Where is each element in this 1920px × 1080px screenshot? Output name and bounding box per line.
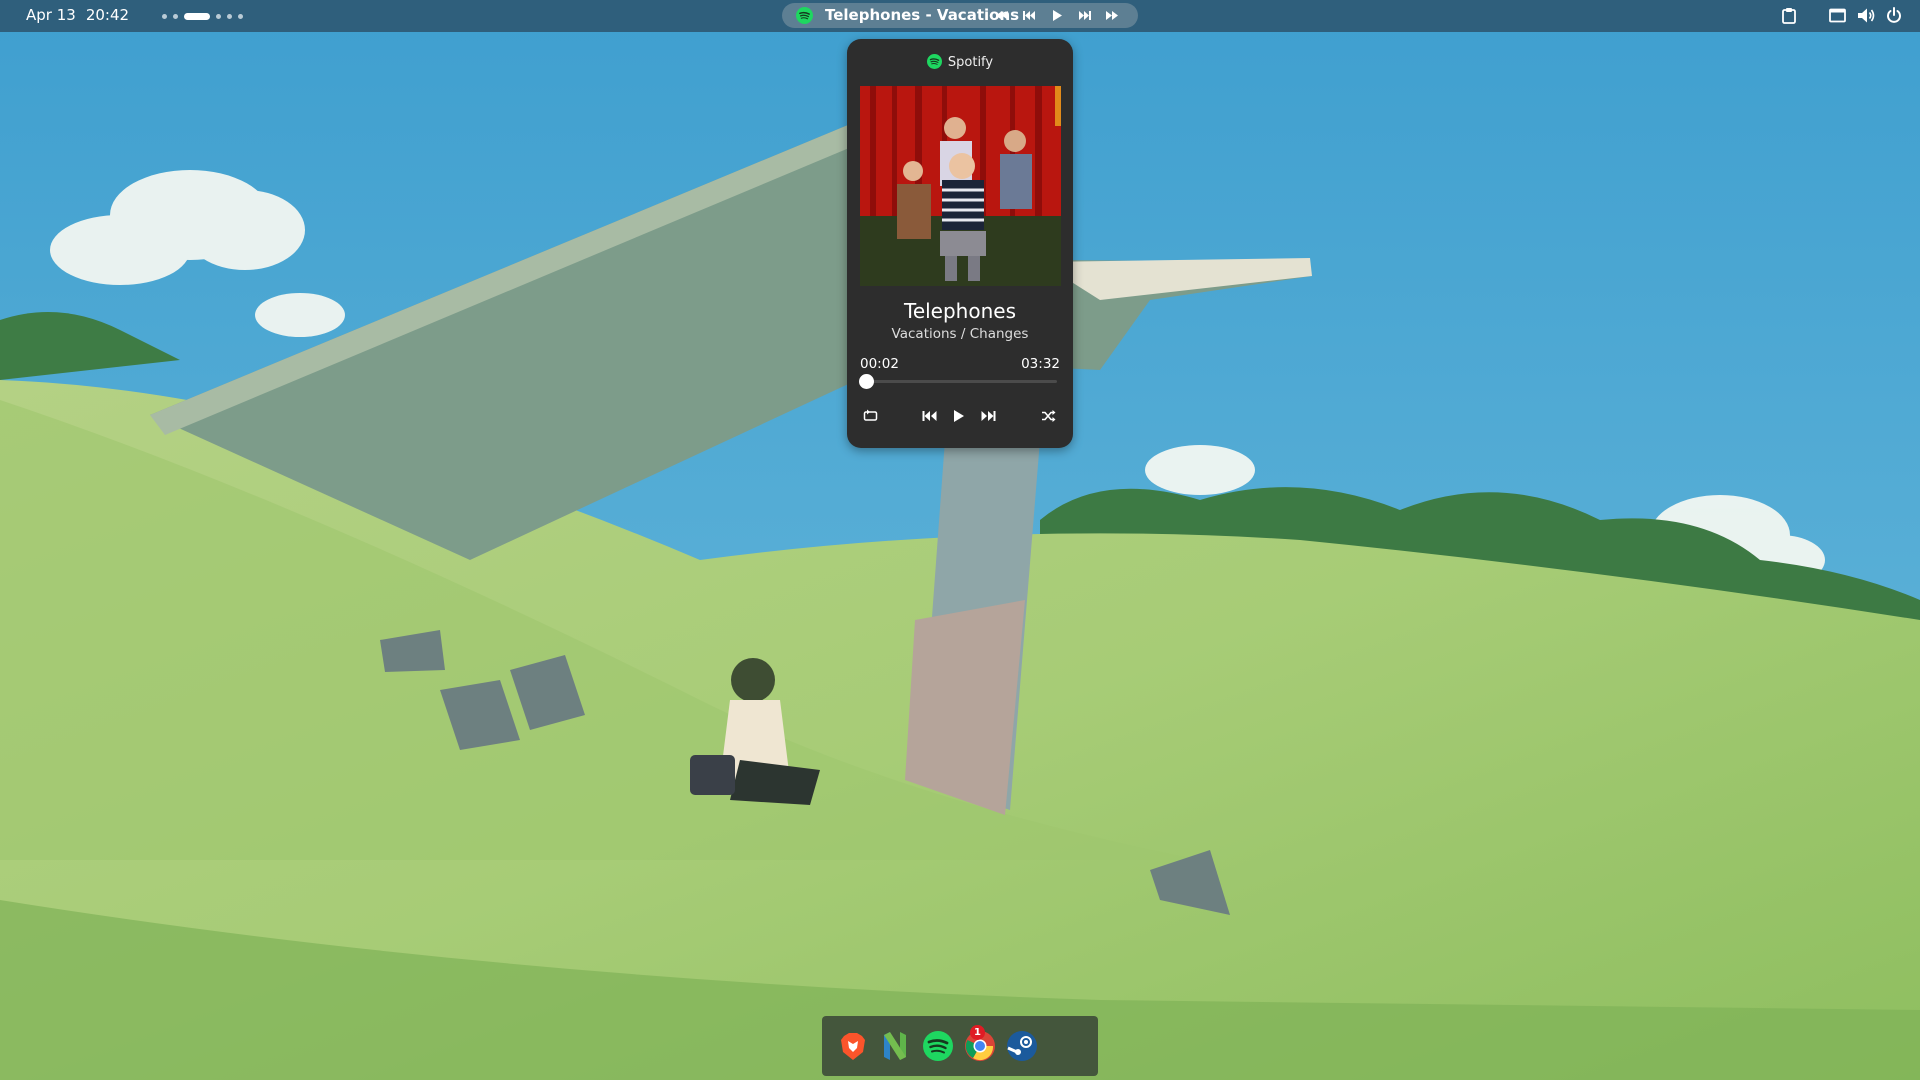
seek-bar[interactable] — [858, 374, 1057, 389]
previous-track-button[interactable] — [922, 410, 938, 422]
spotify-icon — [926, 54, 942, 69]
workspace-dot-6[interactable] — [238, 13, 243, 19]
next-track-button[interactable] — [980, 410, 996, 422]
volume-icon[interactable] — [1857, 7, 1875, 24]
spotify-icon[interactable] — [922, 1030, 954, 1062]
dock — [822, 1016, 1098, 1076]
next-track-button[interactable] — [1078, 9, 1092, 22]
shuffle-icon[interactable] — [1041, 409, 1056, 423]
seek-bar-handle[interactable] — [858, 374, 874, 389]
steam-icon[interactable] — [1006, 1030, 1038, 1062]
total-duration: 03:32 — [1021, 356, 1060, 372]
top-panel: Apr 13 20:42 Telephones - Vacations — [0, 0, 1920, 32]
clock[interactable]: Apr 13 20:42 — [26, 0, 129, 31]
workspace-dot-5[interactable] — [227, 13, 232, 19]
workspace-dot-1[interactable] — [162, 13, 167, 19]
media-track-label: Telephones - Vacations — [825, 6, 1020, 24]
brave-browser-icon[interactable] — [837, 1030, 869, 1062]
clock-time: 20:42 — [85, 6, 130, 24]
workspace-dot-4[interactable] — [216, 13, 221, 19]
workspace-indicator[interactable] — [162, 12, 243, 20]
screen-icon[interactable] — [1829, 7, 1846, 24]
play-button[interactable] — [1050, 9, 1064, 22]
spotify-icon — [796, 7, 813, 24]
repeat-icon[interactable] — [863, 409, 878, 422]
workspace-dot-3[interactable] — [184, 12, 210, 20]
seek-backward-button[interactable] — [995, 9, 1009, 22]
seek-forward-button[interactable] — [1105, 9, 1119, 22]
workspace-dot-2[interactable] — [173, 13, 178, 19]
power-icon[interactable] — [1886, 7, 1902, 24]
song-title: Telephones — [904, 299, 1016, 323]
media-indicator[interactable]: Telephones - Vacations — [782, 3, 1138, 28]
elapsed-time: 00:02 — [860, 356, 899, 372]
previous-track-button[interactable] — [1022, 9, 1036, 22]
song-album: Vacations / Changes — [891, 326, 1029, 342]
media-player-popup: Spotify Telephones Vacations / Changes 0… — [847, 39, 1073, 448]
play-button[interactable] — [953, 409, 965, 423]
player-app-name: Spotify — [947, 55, 994, 70]
player-app-header: Spotify — [847, 54, 1073, 70]
clipboard-icon[interactable] — [1781, 7, 1797, 24]
clock-date: Apr 13 — [26, 6, 76, 24]
notification-badge: 1 — [970, 1025, 985, 1040]
neovim-icon[interactable] — [879, 1030, 911, 1062]
album-art — [860, 86, 1061, 286]
